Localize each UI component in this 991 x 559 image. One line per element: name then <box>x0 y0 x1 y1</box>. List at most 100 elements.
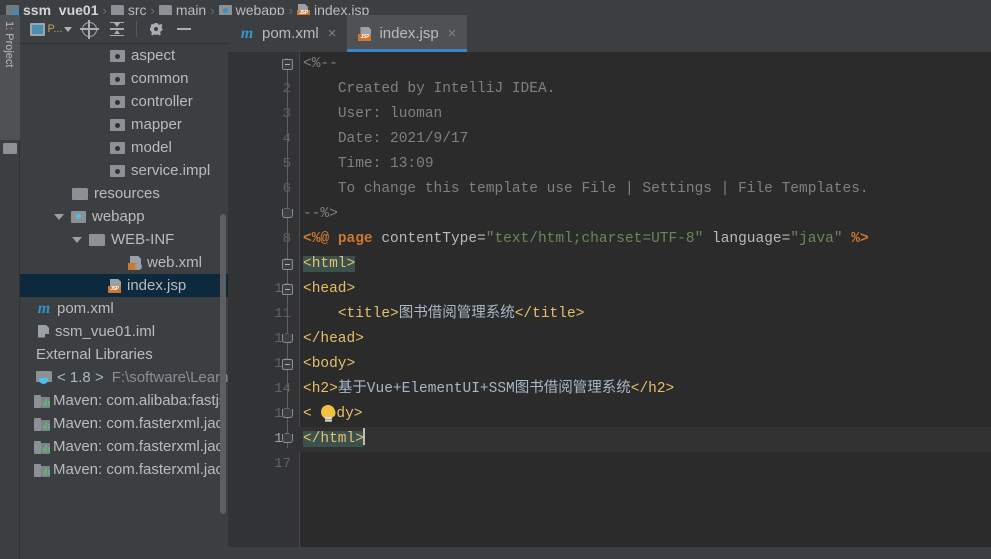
code-line-1[interactable]: <%-- <box>299 52 991 77</box>
module-icon <box>6 4 19 15</box>
project-tree-scrollbar[interactable] <box>220 214 226 514</box>
breadcrumb-separator-icon: › <box>288 3 293 15</box>
xml-file-icon <box>128 255 142 270</box>
code-line-2[interactable]: Created by IntelliJ IDEA. <box>299 77 991 102</box>
locate-target-icon <box>79 19 99 39</box>
collapse-all-button[interactable] <box>104 17 130 41</box>
fold-marker-collapse[interactable] <box>282 259 293 270</box>
tool-window-button-project[interactable]: 1: Project <box>0 15 20 140</box>
code-line-9[interactable]: <html> <box>299 252 991 277</box>
intention-bulb-icon[interactable] <box>320 405 336 424</box>
fold-marker-end[interactable] <box>282 434 293 443</box>
code-line-16[interactable]: </html> <box>299 427 991 452</box>
breadcrumb-item-main[interactable]: main <box>158 0 206 15</box>
web-folder-icon <box>218 5 232 15</box>
tree-item-index-jsp[interactable]: JSP index.jsp <box>20 274 228 297</box>
code-line-5[interactable]: Time: 13:09 <box>299 152 991 177</box>
code-token-attr: language= <box>712 231 791 247</box>
tree-item-model[interactable]: model <box>20 136 228 159</box>
tree-item-pom-xml[interactable]: m pom.xml <box>20 297 228 320</box>
tree-item-label: Maven: com.fasterxml.jac <box>53 415 224 432</box>
tree-item-resources[interactable]: resources <box>20 182 228 205</box>
tree-item-maven-library[interactable]: Maven: com.alibaba:fastjs <box>20 389 228 412</box>
editor-tab-index-jsp[interactable]: JSP index.jsp × <box>347 15 468 52</box>
tree-item-label: service.impl <box>131 162 211 179</box>
tree-item-aspect[interactable]: aspect <box>20 44 228 67</box>
code-token-attr: contentType= <box>381 231 486 247</box>
code-token-comment: <%-- <box>303 56 338 72</box>
tree-item-webapp[interactable]: webapp <box>20 205 228 228</box>
code-line-8[interactable]: <%@ page contentType="text/html;charset=… <box>299 227 991 252</box>
close-icon[interactable]: × <box>448 26 457 41</box>
package-icon <box>110 72 125 85</box>
fold-marker-end[interactable] <box>282 209 293 218</box>
tree-item-label: model <box>131 139 172 156</box>
breadcrumb-item-src[interactable]: src <box>110 0 147 16</box>
code-line-6[interactable]: To change this template use File | Setti… <box>299 177 991 202</box>
folder-icon <box>72 187 88 200</box>
code-token-string: "java" <box>790 231 843 247</box>
code-line-14[interactable]: <h2>基于Vue+ElementUI+SSM图书借阅管理系统</h2> <box>299 377 991 402</box>
code-line-15[interactable]: < ody> <box>299 402 991 427</box>
breadcrumb-item-file[interactable]: JSP index.jsp <box>296 0 369 15</box>
jsp-file-icon: JSP <box>358 26 372 41</box>
close-icon[interactable]: × <box>328 26 337 41</box>
breadcrumb-label: src <box>127 2 147 16</box>
locate-file-button[interactable] <box>76 17 102 41</box>
code-line-11[interactable]: <title>图书借阅管理系统</title> <box>299 302 991 327</box>
maven-m-icon: m <box>37 299 51 317</box>
maven-lib-icon <box>34 440 50 454</box>
folder-icon <box>158 5 172 15</box>
fold-marker-collapse[interactable] <box>282 284 293 295</box>
tree-item-mapper[interactable]: mapper <box>20 113 228 136</box>
code-line-3[interactable]: User: luoman <box>299 102 991 127</box>
fold-marker-end[interactable] <box>282 334 293 343</box>
fold-marker-end[interactable] <box>282 409 293 418</box>
code-line-7[interactable]: --%> <box>299 202 991 227</box>
code-line-4[interactable]: Date: 2021/9/17 <box>299 127 991 152</box>
chevron-down-icon[interactable] <box>54 213 64 220</box>
code-text[interactable]: <%-- Created by IntelliJ IDEA. User: luo… <box>299 52 991 559</box>
tree-item-label: Maven: com.alibaba:fastjs <box>53 392 227 409</box>
chevron-down-icon[interactable] <box>72 236 82 243</box>
editor-gutter[interactable]: 1 2 3 4 5 6 7 8 9 10 11 12 13 14 15 16 1… <box>228 52 299 559</box>
hide-panel-button[interactable] <box>171 17 197 41</box>
jdk-icon <box>36 371 52 384</box>
breadcrumb-item-project[interactable]: ssm_vue01 <box>6 0 99 15</box>
code-line-13[interactable]: <body> <box>299 352 991 377</box>
fold-gutter[interactable] <box>278 52 299 559</box>
tree-item-iml[interactable]: ssm_vue01.iml <box>20 320 228 343</box>
tree-item-label: WEB-INF <box>111 231 175 248</box>
breadcrumb: ssm_vue01 › src › main › webapp › JSP in… <box>0 0 991 15</box>
fold-marker-collapse[interactable] <box>282 359 293 370</box>
tree-item-label: controller <box>131 93 193 110</box>
breadcrumb-item-webapp[interactable]: webapp <box>218 0 285 16</box>
code-token-text: 图书借阅管理系统 <box>398 306 515 322</box>
tree-item-label: < 1.8 > <box>57 369 104 386</box>
tree-item-web-xml[interactable]: web.xml <box>20 251 228 274</box>
code-line-10[interactable]: <head> <box>299 277 991 302</box>
breadcrumb-label: webapp <box>235 2 285 16</box>
tree-item-service-impl[interactable]: service.impl <box>20 159 228 182</box>
code-line-17[interactable] <box>299 452 991 477</box>
tree-item-web-inf[interactable]: WEB-INF <box>20 228 228 251</box>
tree-item-maven-library[interactable]: Maven: com.fasterxml.jac <box>20 412 228 435</box>
tree-item-controller[interactable]: controller <box>20 90 228 113</box>
tree-item-label: aspect <box>131 47 176 64</box>
tree-item-external-libraries[interactable]: External Libraries <box>20 343 228 366</box>
settings-gear-button[interactable] <box>143 17 169 41</box>
project-view-selector[interactable]: P... <box>28 17 74 41</box>
code-token-comment: Time: 13:09 <box>337 156 434 172</box>
tree-item-maven-library[interactable]: Maven: com.fasterxml.jac <box>20 435 228 458</box>
tree-item-path: F:\software\Learn <box>111 369 228 386</box>
code-token-comment: --%> <box>303 206 338 222</box>
editor-tab-pom-xml[interactable]: m pom.xml × <box>228 15 347 52</box>
fold-region-line <box>287 68 288 448</box>
tree-item-common[interactable]: common <box>20 67 228 90</box>
code-line-12[interactable]: </head> <box>299 327 991 352</box>
fold-marker-collapse[interactable] <box>282 59 293 70</box>
tree-item-maven-library[interactable]: Maven: com.fasterxml.jac <box>20 458 228 481</box>
code-editor[interactable]: 1 2 3 4 5 6 7 8 9 10 11 12 13 14 15 16 1… <box>228 52 991 559</box>
project-tree[interactable]: aspect common controller mapper model se… <box>20 44 228 559</box>
tree-item-jdk[interactable]: < 1.8 > F:\software\Learn <box>20 366 228 389</box>
